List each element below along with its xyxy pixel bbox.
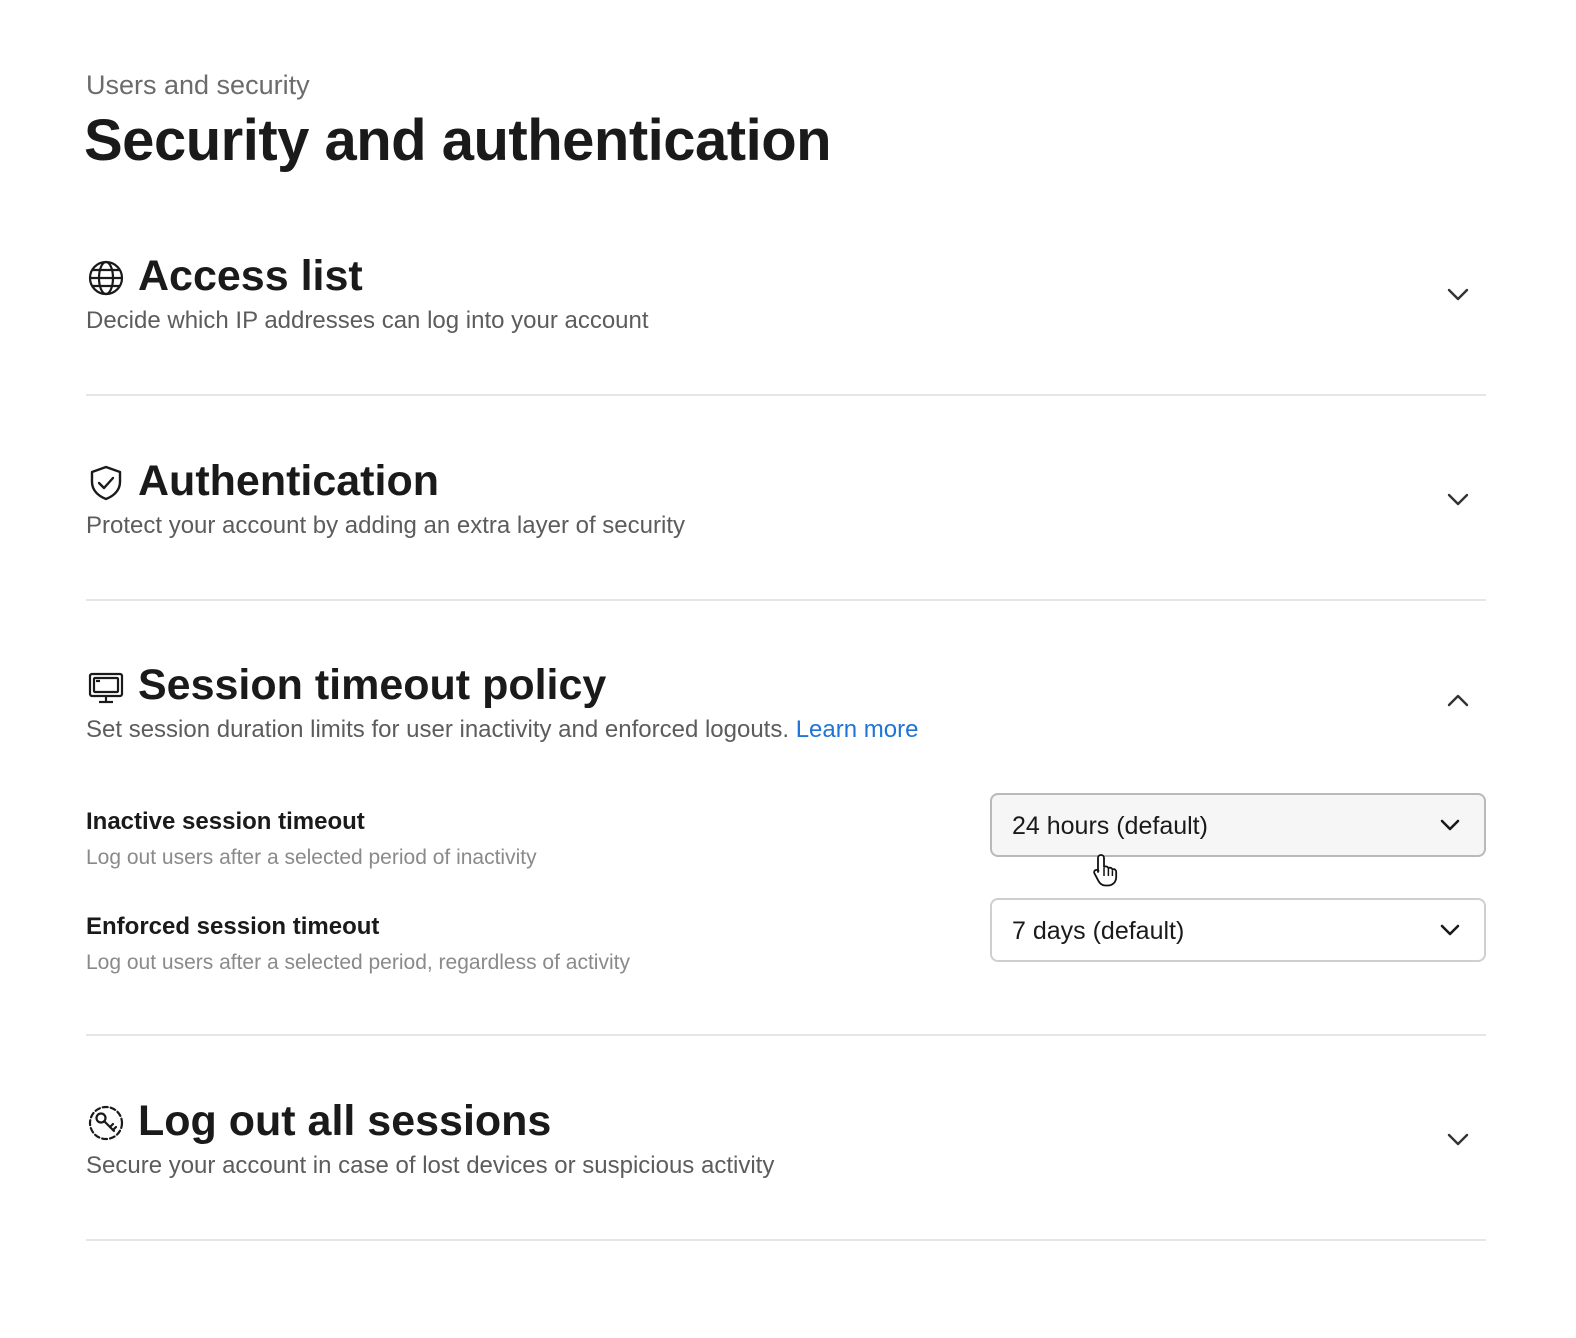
section-title: Authentication	[138, 457, 439, 505]
section-header[interactable]: Access list	[86, 246, 1486, 306]
breadcrumb[interactable]: Users and security	[86, 68, 310, 102]
select-value: 7 days (default)	[1012, 917, 1185, 945]
chevron-down-icon	[1436, 811, 1464, 839]
setting-help: Log out users after a selected period, r…	[86, 951, 630, 974]
section-header[interactable]: Log out all sessions	[86, 1091, 1486, 1151]
section-session-timeout[interactable]: Session timeout policy Set session durat…	[86, 655, 1486, 1036]
chevron-down-icon[interactable]	[1442, 1123, 1474, 1155]
chevron-up-icon[interactable]	[1442, 685, 1474, 717]
inactive-timeout-select[interactable]: 24 hours (default)	[990, 793, 1486, 857]
chevron-down-icon[interactable]	[1442, 483, 1474, 515]
section-header[interactable]: Session timeout policy	[86, 655, 1486, 715]
chevron-down-icon	[1436, 916, 1464, 944]
page-title: Security and authentication	[84, 108, 832, 173]
section-access-list[interactable]: Access list Decide which IP addresses ca…	[86, 246, 1486, 396]
setting-help: Log out users after a selected period of…	[86, 846, 537, 869]
chevron-down-icon[interactable]	[1442, 278, 1474, 310]
setting-label: Enforced session timeout	[86, 913, 380, 940]
shield-check-icon	[86, 463, 126, 503]
section-description-text: Set session duration limits for user ina…	[86, 716, 790, 743]
security-settings-page: Users and security Security and authenti…	[0, 0, 1576, 1338]
section-description: Set session duration limits for user ina…	[86, 715, 918, 745]
section-authentication[interactable]: Authentication Protect your account by a…	[86, 451, 1486, 601]
enforced-timeout-select[interactable]: 7 days (default)	[990, 898, 1486, 962]
section-title: Access list	[138, 252, 363, 300]
section-description: Secure your account in case of lost devi…	[86, 1152, 775, 1179]
setting-label: Inactive session timeout	[86, 808, 365, 835]
section-description: Decide which IP addresses can log into y…	[86, 307, 649, 334]
section-title: Session timeout policy	[138, 661, 607, 709]
section-header[interactable]: Authentication	[86, 451, 1486, 511]
select-value: 24 hours (default)	[1012, 812, 1208, 840]
setting-inactive-session-timeout: Inactive session timeout Log out users a…	[86, 793, 1486, 871]
section-description: Protect your account by adding an extra …	[86, 512, 685, 539]
logout-sessions-icon	[86, 1103, 126, 1143]
setting-enforced-session-timeout: Enforced session timeout Log out users a…	[86, 898, 1486, 976]
section-logout-all-sessions[interactable]: Log out all sessions Secure your account…	[86, 1091, 1486, 1241]
section-title: Log out all sessions	[138, 1097, 552, 1145]
learn-more-link[interactable]: Learn more	[796, 716, 919, 743]
globe-icon	[86, 258, 126, 298]
monitor-icon	[86, 667, 126, 707]
